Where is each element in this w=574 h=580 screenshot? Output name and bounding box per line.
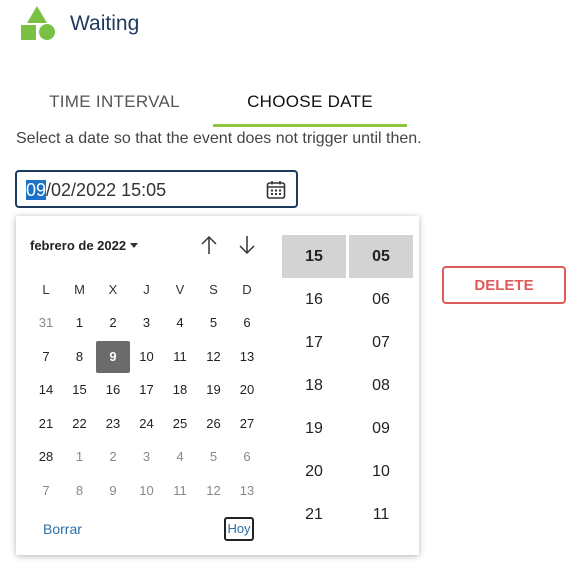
calendar-day[interactable]: 23	[98, 409, 128, 439]
calendar-day[interactable]: 27	[232, 409, 262, 439]
calendar-day[interactable]: 4	[165, 442, 195, 472]
weekday-label: X	[108, 282, 118, 297]
weekday-label: L	[42, 282, 50, 297]
hour-option[interactable]: 16	[282, 278, 346, 321]
active-tab-indicator	[213, 124, 407, 127]
calendar-day[interactable]: 19	[199, 375, 229, 405]
calendar-day[interactable]: 2	[98, 442, 128, 472]
calendar-day[interactable]: 13	[232, 342, 262, 372]
caret-down-icon	[130, 243, 139, 248]
calendar-day[interactable]: 15	[65, 375, 95, 405]
calendar-day[interactable]: 21	[31, 409, 61, 439]
calendar-day[interactable]: 2	[98, 308, 128, 338]
date-time-input[interactable]: 09/02/2022 15:05	[15, 170, 298, 208]
calendar-day[interactable]: 3	[132, 442, 162, 472]
month-label: febrero de 2022	[30, 238, 127, 253]
calendar-day[interactable]: 20	[232, 375, 262, 405]
hour-option[interactable]: 18	[282, 364, 346, 407]
calendar-day[interactable]: 3	[132, 308, 162, 338]
header: Waiting	[20, 6, 139, 42]
selected-day-segment: 09	[26, 180, 47, 200]
minute-option[interactable]: 07	[349, 321, 413, 364]
calendar-day[interactable]: 25	[165, 409, 195, 439]
calendar-day[interactable]: 8	[65, 342, 95, 372]
clear-button[interactable]: Borrar	[43, 521, 82, 537]
calendar-day[interactable]: 12	[199, 342, 229, 372]
calendar-day[interactable]: 12	[199, 476, 229, 506]
calendar-day[interactable]: 11	[165, 342, 195, 372]
minute-option[interactable]: 10	[349, 450, 413, 493]
minute-option-selected[interactable]: 05	[349, 235, 413, 278]
calendar-day[interactable]: 6	[232, 308, 262, 338]
month-year-selector[interactable]: febrero de 2022	[30, 238, 139, 253]
tab-choose-date[interactable]: CHOOSE DATE	[213, 80, 407, 127]
calendar-icon[interactable]	[266, 180, 286, 200]
calendar-day[interactable]: 24	[132, 409, 162, 439]
calendar-day[interactable]: 31	[31, 308, 61, 338]
date-picker-popup: febrero de 2022 LMXJVSD 31 1 2 3 4 5 6 7 8 9 10 11 1…	[16, 216, 419, 555]
date-time-value[interactable]: 09/02/2022 15:05	[26, 180, 166, 201]
calendar-day[interactable]: 8	[65, 476, 95, 506]
hour-option-selected[interactable]: 15	[282, 235, 346, 278]
calendar-day[interactable]: 28	[31, 442, 61, 472]
hour-option[interactable]: 21	[282, 493, 346, 536]
tab-choose-date-label: CHOOSE DATE	[247, 92, 373, 111]
weekday-label: M	[74, 282, 85, 297]
weekday-label: V	[175, 282, 185, 297]
date-time-rest: /02/2022 15:05	[46, 180, 167, 200]
tab-time-interval[interactable]: TIME INTERVAL	[16, 80, 213, 124]
calendar-day[interactable]: 7	[31, 476, 61, 506]
calendar-day[interactable]: 14	[31, 375, 61, 405]
calendar-day[interactable]: 17	[132, 375, 162, 405]
weekday-label: J	[143, 282, 150, 297]
helper-text: Select a date so that the event does not…	[16, 130, 422, 147]
next-month-arrow-down-icon[interactable]	[237, 234, 257, 256]
calendar-day[interactable]: 5	[199, 308, 229, 338]
calendar-day[interactable]: 9	[98, 476, 128, 506]
calendar-day[interactable]: 4	[165, 308, 195, 338]
hour-option[interactable]: 19	[282, 407, 346, 450]
delete-button[interactable]: DELETE	[442, 266, 566, 304]
weekday-label: D	[242, 282, 252, 297]
page-title: Waiting	[70, 12, 140, 35]
calendar-day[interactable]: 11	[165, 476, 195, 506]
calendar-day[interactable]: 26	[199, 409, 229, 439]
minute-option[interactable]: 11	[349, 493, 413, 536]
calendar-day[interactable]: 22	[65, 409, 95, 439]
minute-option[interactable]: 08	[349, 364, 413, 407]
calendar-day[interactable]: 10	[132, 476, 162, 506]
hour-option[interactable]: 20	[282, 450, 346, 493]
calendar-day[interactable]: 1	[65, 308, 95, 338]
calendar-day-selected[interactable]: 9	[96, 340, 130, 373]
calendar-day[interactable]: 16	[98, 375, 128, 405]
tab-bar: TIME INTERVAL CHOOSE DATE	[16, 80, 426, 128]
weekday-label: S	[209, 282, 218, 297]
calendar-day[interactable]: 7	[31, 342, 61, 372]
calendar-day[interactable]: 13	[232, 476, 262, 506]
calendar-day[interactable]: 10	[132, 342, 162, 372]
minute-option[interactable]: 09	[349, 407, 413, 450]
previous-month-arrow-up-icon[interactable]	[199, 234, 219, 256]
today-button[interactable]: Hoy	[224, 517, 254, 541]
calendar-day[interactable]: 1	[65, 442, 95, 472]
calendar-day[interactable]: 18	[165, 375, 195, 405]
calendar-day[interactable]: 5	[199, 442, 229, 472]
minute-option[interactable]: 06	[349, 278, 413, 321]
hour-option[interactable]: 17	[282, 321, 346, 364]
shapes-logo-icon	[20, 6, 56, 42]
calendar-day[interactable]: 6	[232, 442, 262, 472]
